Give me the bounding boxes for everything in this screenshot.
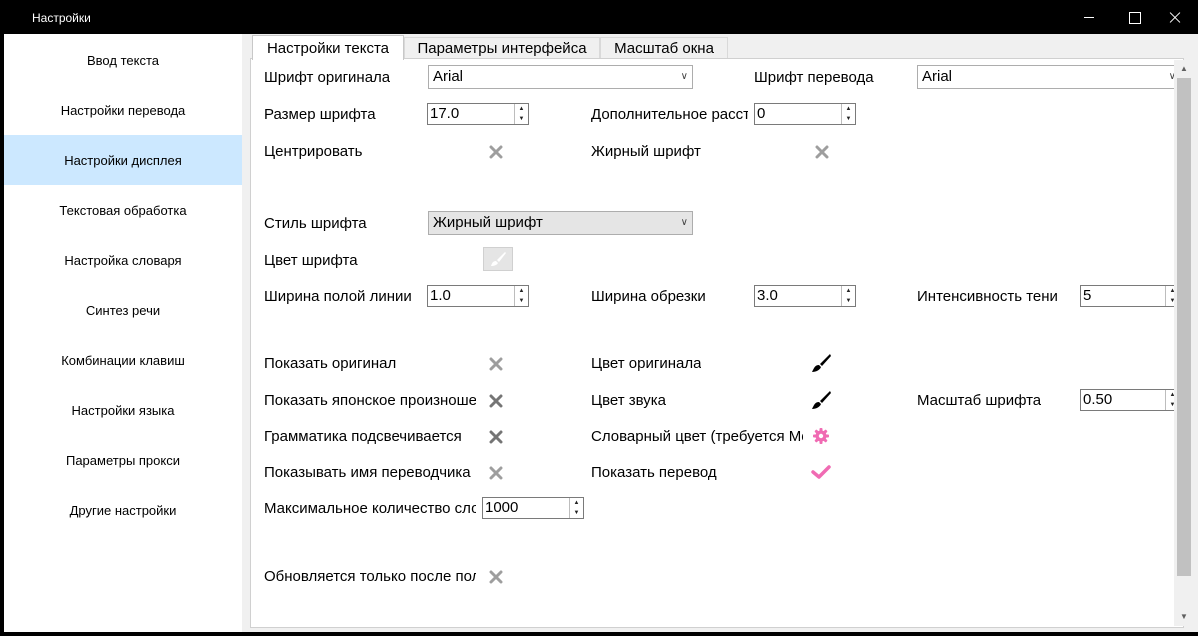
orig-font-label: Шрифт оригинала bbox=[264, 69, 391, 86]
close-button[interactable] bbox=[1152, 0, 1198, 34]
center-label: Центрировать bbox=[264, 143, 363, 160]
window-bottom-edge bbox=[0, 632, 1198, 636]
grammar-label: Грамматика подсвечивается bbox=[264, 428, 462, 445]
cross-icon bbox=[815, 145, 829, 159]
shadow-spinner[interactable]: 5 ▲ ▼ bbox=[1080, 285, 1180, 307]
cross-icon bbox=[489, 145, 503, 159]
sidebar-item-other[interactable]: Другие настройки bbox=[4, 485, 242, 535]
trim-width-spinner[interactable]: 3.0 ▲ ▼ bbox=[754, 285, 856, 307]
grammar-toggle[interactable] bbox=[486, 427, 506, 447]
sidebar-item-translation-settings[interactable]: Настройки перевода bbox=[4, 85, 242, 135]
spin-up-icon[interactable]: ▲ bbox=[842, 104, 855, 114]
tab-text-settings[interactable]: Настройки текста bbox=[252, 35, 404, 60]
bold-label: Жирный шрифт bbox=[591, 143, 701, 160]
brush-icon bbox=[491, 252, 506, 266]
trim-width-label: Ширина обрезки bbox=[591, 288, 706, 305]
dict-color-label: Словарный цвет (требуется MeCab) bbox=[591, 428, 803, 445]
spin-up-icon[interactable]: ▲ bbox=[570, 498, 583, 508]
cross-icon bbox=[489, 394, 503, 408]
cross-icon bbox=[489, 430, 503, 444]
extra-spacing-spinner[interactable]: 0 ▲ ▼ bbox=[754, 103, 856, 125]
orig-font-select[interactable]: Arial ∨ bbox=[428, 65, 693, 89]
dict-color-settings[interactable] bbox=[811, 426, 831, 446]
brush-icon bbox=[812, 354, 831, 372]
tab-interface-settings[interactable]: Параметры интерфейса bbox=[404, 37, 600, 59]
max-words-label: Максимальное количество слов bbox=[264, 500, 476, 517]
cross-icon bbox=[489, 570, 503, 584]
sidebar-item-proxy[interactable]: Параметры прокси bbox=[4, 435, 242, 485]
spin-down-icon[interactable]: ▼ bbox=[842, 296, 855, 306]
gear-icon bbox=[813, 428, 829, 444]
sidebar-item-hotkeys[interactable]: Комбинации клавиш bbox=[4, 335, 242, 385]
original-color-button[interactable] bbox=[811, 353, 831, 373]
font-scale-label: Масштаб шрифта bbox=[917, 392, 1042, 409]
chevron-down-icon: ∨ bbox=[680, 71, 688, 82]
show-japanese-label: Показать японское произношение bbox=[264, 392, 476, 409]
font-size-spinner[interactable]: 17.0 ▲ ▼ bbox=[427, 103, 529, 125]
show-translation-label: Показать перевод bbox=[591, 464, 717, 481]
minimize-button[interactable] bbox=[1066, 0, 1112, 34]
center-toggle[interactable] bbox=[486, 142, 506, 162]
hollow-line-spinner[interactable]: 1.0 ▲ ▼ bbox=[427, 285, 529, 307]
show-translation-toggle[interactable] bbox=[811, 462, 831, 482]
font-scale-spinner[interactable]: 0.50 ▲ ▼ bbox=[1080, 389, 1180, 411]
spin-up-icon[interactable]: ▲ bbox=[842, 286, 855, 296]
update-after-label: Обновляется только после получения bbox=[264, 568, 476, 585]
spin-down-icon[interactable]: ▼ bbox=[515, 114, 528, 124]
scroll-up-icon[interactable]: ▲ bbox=[1174, 60, 1194, 78]
settings-sidebar: Ввод текста Настройки перевода Настройки… bbox=[4, 34, 242, 632]
cross-icon bbox=[489, 466, 503, 480]
spin-up-icon[interactable]: ▲ bbox=[515, 104, 528, 114]
show-translator-toggle[interactable] bbox=[486, 463, 506, 483]
text-settings-panel bbox=[250, 58, 1184, 628]
trans-font-select[interactable]: Arial ∨ bbox=[917, 65, 1181, 89]
font-style-label: Стиль шрифта bbox=[264, 215, 367, 232]
original-color-label: Цвет оригинала bbox=[591, 355, 702, 372]
title-bar: Настройки bbox=[0, 0, 1198, 34]
spin-down-icon[interactable]: ▼ bbox=[515, 296, 528, 306]
font-style-select[interactable]: Жирный шрифт ∨ bbox=[428, 211, 693, 235]
show-original-toggle[interactable] bbox=[486, 354, 506, 374]
sidebar-item-text-processing[interactable]: Текстовая обработка bbox=[4, 185, 242, 235]
scroll-down-icon[interactable]: ▼ bbox=[1174, 608, 1194, 626]
bold-toggle[interactable] bbox=[812, 142, 832, 162]
spin-down-icon[interactable]: ▼ bbox=[842, 114, 855, 124]
sidebar-item-text-input[interactable]: Ввод текста bbox=[4, 35, 242, 85]
font-color-label: Цвет шрифта bbox=[264, 252, 358, 269]
chevron-down-icon: ∨ bbox=[680, 217, 688, 228]
sound-color-label: Цвет звука bbox=[591, 392, 667, 409]
tab-window-scale[interactable]: Масштаб окна bbox=[600, 37, 728, 59]
sound-color-button[interactable] bbox=[811, 390, 831, 410]
shadow-label: Интенсивность тени bbox=[917, 288, 1058, 305]
sidebar-item-language[interactable]: Настройки языка bbox=[4, 385, 242, 435]
max-words-spinner[interactable]: 1000 ▲ ▼ bbox=[482, 497, 584, 519]
cross-icon bbox=[489, 357, 503, 371]
maximize-button[interactable] bbox=[1111, 0, 1157, 34]
brush-icon bbox=[812, 391, 831, 409]
window-title: Настройки bbox=[32, 11, 91, 25]
show-original-label: Показать оригинал bbox=[264, 355, 397, 372]
update-after-toggle[interactable] bbox=[486, 567, 506, 587]
spin-down-icon[interactable]: ▼ bbox=[570, 508, 583, 518]
font-color-button[interactable] bbox=[483, 247, 513, 271]
hollow-line-label: Ширина полой линии bbox=[264, 288, 412, 305]
check-icon bbox=[811, 465, 831, 479]
spin-up-icon[interactable]: ▲ bbox=[515, 286, 528, 296]
extra-spacing-label: Дополнительное расстояние bbox=[591, 106, 748, 123]
sidebar-item-display-settings[interactable]: Настройки дисплея bbox=[4, 135, 242, 185]
vertical-scrollbar[interactable]: ▲ ▼ bbox=[1174, 60, 1194, 626]
sidebar-item-dictionary[interactable]: Настройка словаря bbox=[4, 235, 242, 285]
scrollbar-thumb[interactable] bbox=[1177, 78, 1191, 576]
sidebar-item-speech-synthesis[interactable]: Синтез речи bbox=[4, 285, 242, 335]
font-size-label: Размер шрифта bbox=[264, 106, 376, 123]
trans-font-label: Шрифт перевода bbox=[754, 69, 874, 86]
show-japanese-toggle[interactable] bbox=[486, 391, 506, 411]
show-translator-label: Показывать имя переводчика bbox=[264, 464, 471, 481]
